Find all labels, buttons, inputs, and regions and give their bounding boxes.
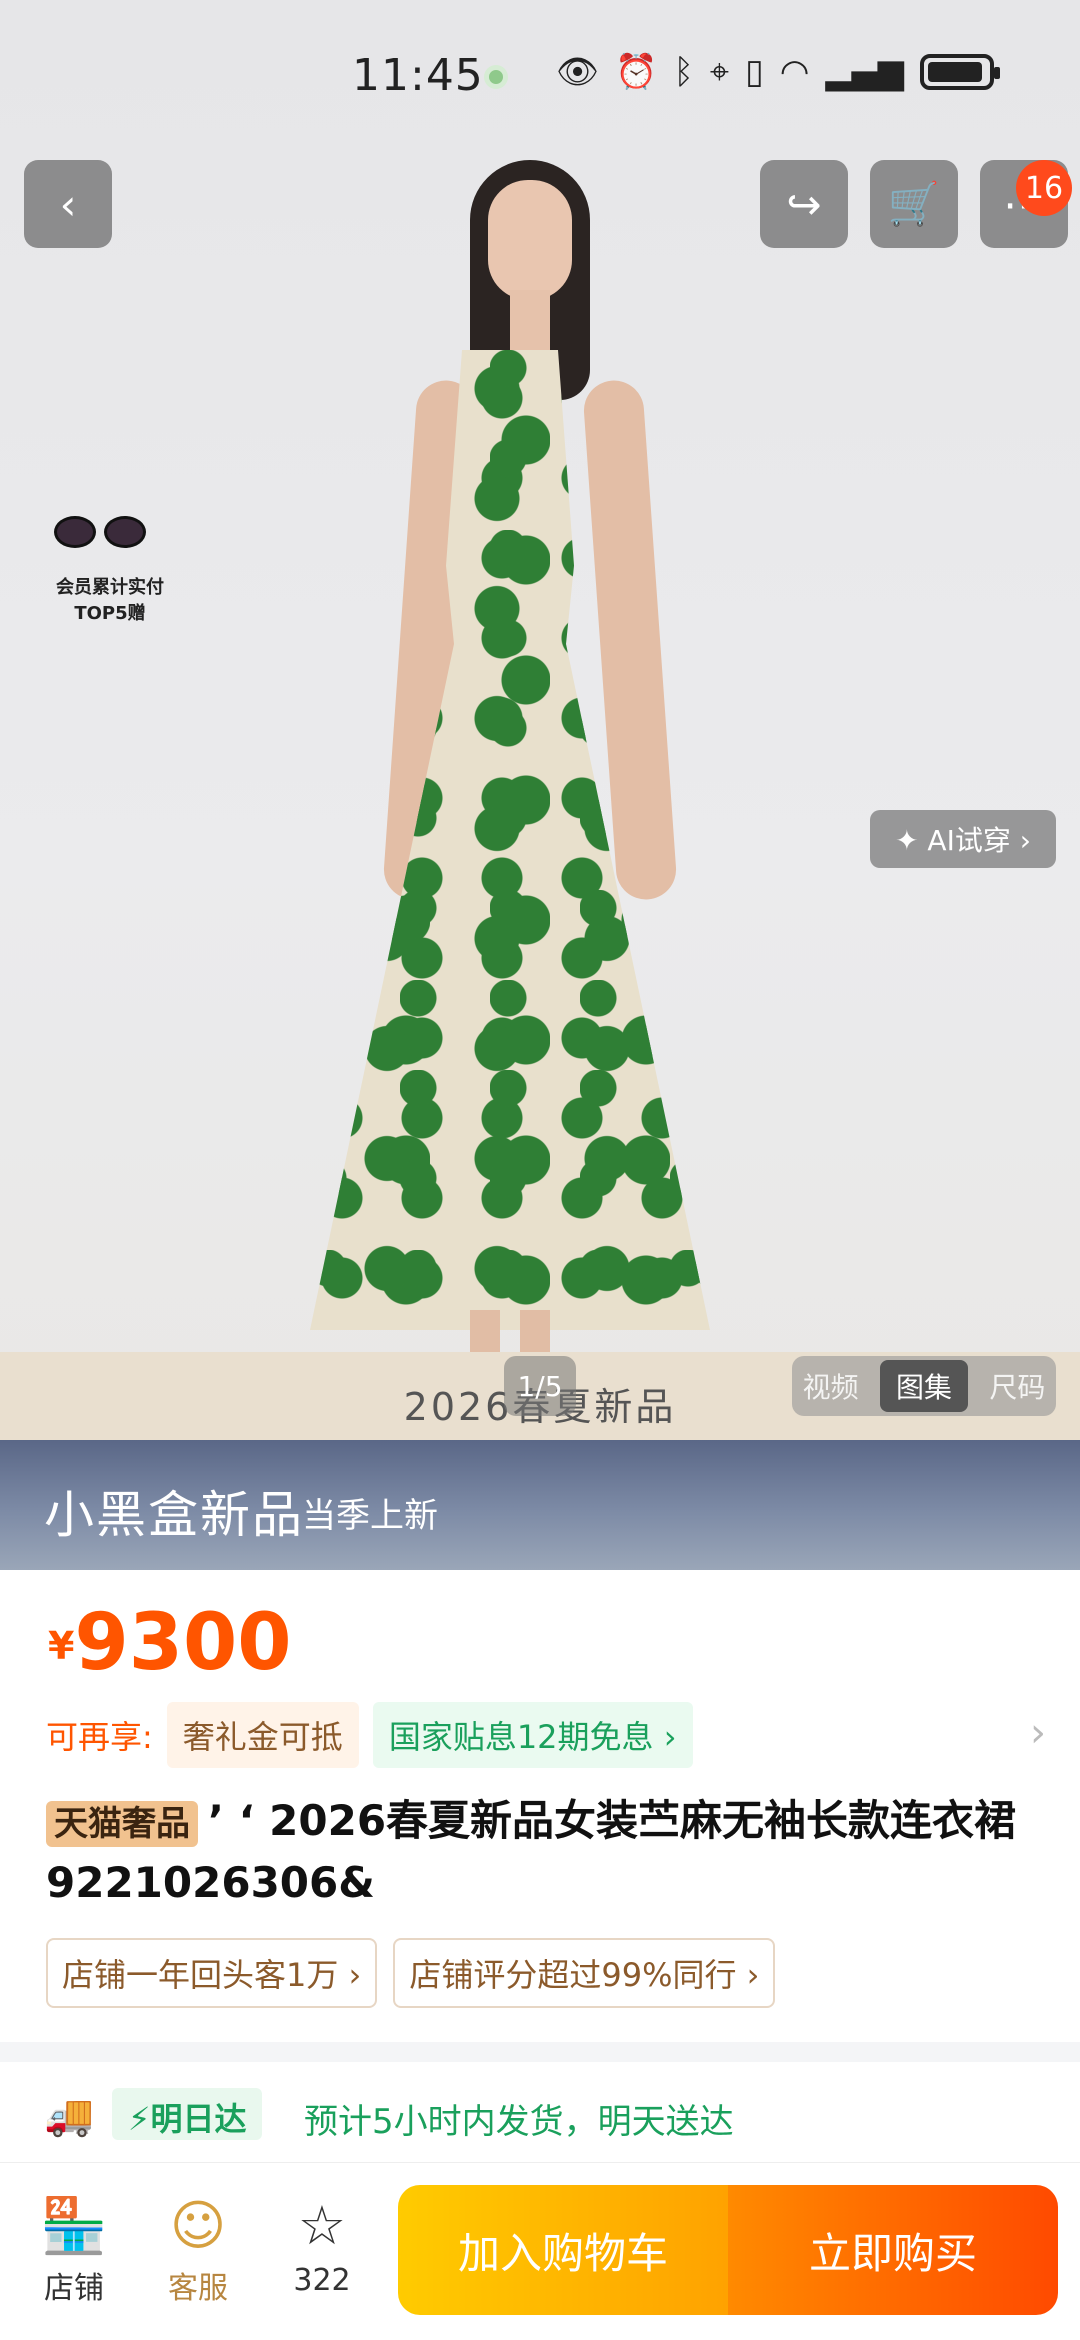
delivery-row[interactable]: 🚚 ⚡明日达 预计5小时内发货，明天送达 bbox=[0, 2062, 1080, 2162]
wifi-icon: ◠ bbox=[779, 52, 810, 92]
banner-title: 小黑盒新品 bbox=[44, 1486, 304, 1544]
interest-free-tag: 国家贴息12期免息 › bbox=[372, 1702, 693, 1768]
star-icon: ☆ bbox=[297, 2194, 347, 2257]
buy-now-button[interactable]: 立即购买 bbox=[728, 2185, 1058, 2315]
tab-gallery[interactable]: 图集 bbox=[879, 1360, 968, 1412]
bluetooth-icon: ᛒ bbox=[673, 52, 694, 92]
model-face bbox=[488, 180, 572, 300]
vibrate-icon: ▯ bbox=[745, 52, 764, 92]
new-arrival-banner[interactable]: 小黑盒新品 当季上新 bbox=[0, 1440, 1080, 1570]
ai-try-on-button[interactable]: ✦ AI试穿 › bbox=[870, 810, 1056, 868]
delivery-estimate: 预计5小时内发货，明天送达 bbox=[304, 2102, 734, 2142]
product-image-carousel[interactable]: 11:45 👁 ⏰ ᛒ ⌖ ▯ ◠ ▂▄▆ ‹ ↪ 🛒 ⋯ 16 bbox=[0, 0, 1080, 1440]
product-info-card: ¥9300 可再享: 奢礼金可抵 国家贴息12期免息 › › 天猫奢品’ ‘ 2… bbox=[0, 1570, 1080, 2042]
tmall-luxury-tag: 天猫奢品 bbox=[46, 1801, 198, 1847]
status-icons: 👁 ⏰ ᛒ ⌖ ▯ ◠ ▂▄▆ bbox=[556, 52, 1000, 92]
promo-text-line2: TOP5赠 bbox=[74, 603, 146, 624]
back-button[interactable]: ‹ bbox=[24, 160, 112, 248]
shop-tags: 店铺一年回头客1万 › 店铺评分超过99%同行 › bbox=[46, 1938, 776, 2008]
customer-service-button[interactable]: ☺ 客服 bbox=[148, 2193, 248, 2307]
tab-video[interactable]: 视频 bbox=[803, 1366, 859, 1406]
product-title: 天猫奢品’ ‘ 2026春夏新品女装苎麻无袖长款连衣裙9221026306& bbox=[46, 1790, 1036, 1914]
store-icon: 🏪 bbox=[40, 2194, 108, 2257]
shop-nav-button[interactable]: 🏪 店铺 bbox=[24, 2193, 124, 2307]
eye-icon: 👁 bbox=[556, 52, 600, 92]
sunglasses-gift-icon[interactable] bbox=[50, 508, 150, 552]
favorites-count: 322 bbox=[293, 2263, 351, 2298]
status-time: 11:45 bbox=[352, 50, 484, 101]
add-to-cart-button[interactable]: 加入购物车 bbox=[398, 2185, 728, 2315]
status-indicator-icon bbox=[484, 65, 508, 89]
currency-symbol: ¥ bbox=[48, 1624, 75, 1668]
lens-right bbox=[104, 516, 146, 548]
lens-left bbox=[54, 516, 96, 548]
benefits-label: 可再享: bbox=[46, 1718, 153, 1756]
share-icon: ↪ bbox=[786, 179, 822, 229]
service-label: 客服 bbox=[168, 2271, 228, 2306]
share-button[interactable]: ↪ bbox=[760, 160, 848, 248]
price-value: 9300 bbox=[74, 1598, 292, 1688]
bottom-action-bar: 🏪 店铺 ☺ 客服 ☆ 322 加入购物车 立即购买 bbox=[0, 2162, 1080, 2340]
status-bar: 11:45 👁 ⏰ ᛒ ⌖ ▯ ◠ ▂▄▆ bbox=[0, 0, 1080, 150]
favorite-button[interactable]: ☆ 322 bbox=[272, 2193, 372, 2298]
battery-icon bbox=[919, 54, 1000, 90]
cart-button[interactable]: 🛒 bbox=[870, 160, 958, 248]
chevron-right-icon[interactable]: › bbox=[1030, 1710, 1046, 1756]
product-photo-model bbox=[300, 150, 720, 1440]
model-neck bbox=[510, 290, 550, 360]
shop-repeat-customers-tag[interactable]: 店铺一年回头客1万 › bbox=[46, 1938, 378, 2008]
customer-service-icon: ☺ bbox=[169, 2194, 227, 2257]
5g-signal-icon: ▂▄▆ bbox=[825, 52, 904, 92]
alarm-icon: ⏰ bbox=[615, 52, 658, 92]
tab-size[interactable]: 尺码 bbox=[989, 1366, 1045, 1406]
banner-subtitle: 当季上新 bbox=[302, 1496, 438, 1536]
benefits-row[interactable]: 可再享: 奢礼金可抵 国家贴息12期免息 › bbox=[46, 1702, 693, 1768]
luxury-gift-tag: 奢礼金可抵 bbox=[166, 1702, 359, 1768]
image-page-indicator: 1/5 bbox=[504, 1356, 576, 1416]
next-day-badge: ⚡明日达 bbox=[112, 2088, 263, 2140]
price: ¥9300 bbox=[48, 1598, 292, 1688]
shop-label: 店铺 bbox=[44, 2271, 104, 2306]
location-icon: ⌖ bbox=[709, 52, 730, 92]
media-tabs: 视频 图集 尺码 bbox=[792, 1356, 1056, 1416]
cart-count-badge: 16 bbox=[1016, 160, 1072, 216]
chevron-left-icon: ‹ bbox=[59, 179, 77, 229]
member-gift-promo[interactable]: 会员累计实付 TOP5赠 bbox=[40, 575, 180, 627]
promo-text-line1: 会员累计实付 bbox=[56, 577, 164, 598]
delivery-truck-icon: 🚚 bbox=[44, 2093, 94, 2139]
cart-icon: 🛒 bbox=[887, 179, 941, 228]
shop-rating-tag[interactable]: 店铺评分超过99%同行 › bbox=[393, 1938, 776, 2008]
